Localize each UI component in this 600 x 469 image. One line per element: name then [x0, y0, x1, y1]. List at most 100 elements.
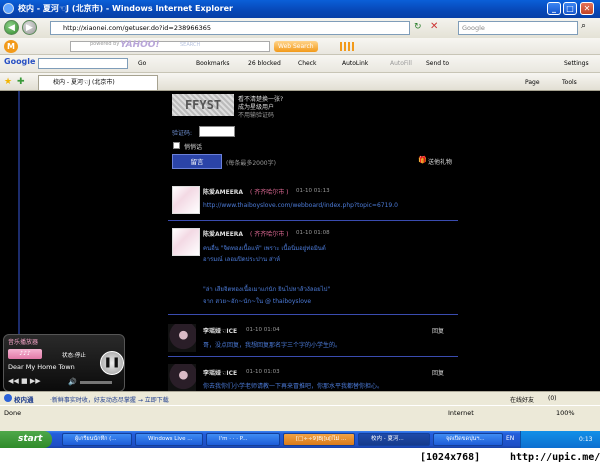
- minimize-button[interactable]: _: [547, 2, 561, 15]
- language-indicator[interactable]: EN: [506, 435, 514, 442]
- signal-icon: [340, 42, 356, 51]
- taskbar-item[interactable]: [□÷÷9]Bj]u[iไม่ ...: [283, 433, 355, 446]
- comment-location: ( 齐齐哈尔市 ): [250, 231, 289, 238]
- avatar[interactable]: [172, 228, 200, 256]
- comment-author[interactable]: 李瑶娅☜ICE: [203, 326, 237, 335]
- check-button[interactable]: Check: [298, 60, 316, 67]
- notify-bar: 校内通 ·新鲜事实时收，好友动态尽掌握 → 立即下载 在线好友 (0): [0, 391, 600, 405]
- footer: [1024x768] http://upic.me/: [0, 448, 600, 469]
- yahoo-logo: YAHOO!: [120, 40, 160, 50]
- add-favorite-icon[interactable]: ✚: [17, 77, 25, 87]
- volume-icon[interactable]: 🔊: [68, 378, 77, 386]
- captcha-note: 不用输验证码: [238, 112, 275, 119]
- comment-time: 01-10 01:03: [246, 369, 280, 375]
- notify-site[interactable]: 校内通: [14, 394, 34, 404]
- taskbar-item[interactable]: ผู้เกรียนนักทึก (...: [62, 433, 132, 446]
- popup-blocked-button[interactable]: 26 blocked: [248, 60, 281, 67]
- comment-author[interactable]: 陈爱AMEERA: [203, 187, 243, 196]
- autofill-button[interactable]: AutoFill: [390, 60, 412, 67]
- whisper-checkbox[interactable]: [173, 142, 180, 149]
- pause-icon[interactable]: ❚❚: [100, 351, 124, 375]
- yahoo-search-hint: SEARCH: [180, 42, 201, 48]
- search-input[interactable]: Google: [458, 21, 578, 35]
- divider: [168, 356, 458, 357]
- captcha-label: 验证码:: [172, 130, 193, 137]
- gift-icon[interactable]: 🎁: [418, 156, 427, 164]
- player-display: ♪♪♪: [8, 349, 42, 359]
- refresh-icon[interactable]: ↻: [414, 22, 422, 32]
- stop-icon[interactable]: ✕: [430, 21, 438, 32]
- comment-text: 你去我你们小学老师请教一下再来冒推吧，你那水平我都替你担心。: [203, 383, 384, 390]
- captcha-image[interactable]: FFYST: [172, 94, 234, 116]
- address-toolbar: ◀ ▶ http://xiaonei.com/getuser.do?id=238…: [0, 18, 600, 38]
- ie-icon: [3, 3, 14, 14]
- comment-author[interactable]: 陈爱AMEERA: [203, 229, 243, 238]
- player-state: 状态:停止: [62, 353, 86, 359]
- comment-text: จาก สวย~อัก~นัก~ใน @ thaiboyslove: [203, 298, 312, 305]
- captcha-input[interactable]: [199, 126, 235, 137]
- music-player: 音乐播放器 ♪♪♪ 状态:停止 Dear My Home Town ❚❚ ◀◀ …: [3, 334, 125, 392]
- taskbar: start ผู้เกรียนนักทึก (... Windows Live …: [0, 431, 600, 448]
- taskbar-item[interactable]: Windows Live ...: [135, 433, 203, 446]
- window-title: 校内 - 夏河☜J (北京市) - Windows Internet Explo…: [18, 4, 233, 13]
- comment-author[interactable]: 李瑶娅☜ICE: [203, 368, 237, 377]
- limit-note: (每条最多2000字): [226, 160, 276, 167]
- start-button[interactable]: start: [0, 431, 52, 448]
- comment-text: 哥，没点回复，我想回复那名字三个字的小学生的。: [203, 342, 342, 349]
- taskbar-item[interactable]: I'm · · · P...: [206, 433, 280, 446]
- ie-status-bar: Done Internet 100%: [0, 405, 600, 419]
- player-title: 音乐播放器: [8, 339, 39, 346]
- comment-text[interactable]: http://www.thaiboyslove.com/webboard/ind…: [203, 202, 398, 209]
- search-icon[interactable]: ⌕: [581, 21, 586, 31]
- reply-link[interactable]: 回复: [432, 326, 444, 335]
- url-input[interactable]: http://xiaonei.com/getuser.do?id=2389663…: [50, 21, 410, 35]
- avatar[interactable]: [168, 364, 196, 392]
- tab-bar: ★ ✚ 校内 - 夏河☜J (北京市) Page Tools: [0, 73, 600, 91]
- comment-location: ( 齐齐哈尔市 ): [250, 189, 289, 196]
- volume-slider[interactable]: [80, 381, 112, 384]
- xiaonei-icon: [4, 394, 12, 402]
- online-friends[interactable]: 在线好友: [510, 395, 534, 404]
- song-title: Dear My Home Town: [8, 363, 75, 371]
- settings-button[interactable]: Settings: [564, 60, 589, 67]
- system-tray: 0:13: [520, 431, 600, 448]
- close-button[interactable]: ✕: [580, 2, 594, 15]
- reply-link[interactable]: 回复: [432, 368, 444, 377]
- comment-time: 01-10 01:08: [296, 230, 330, 236]
- page-menu[interactable]: Page: [525, 79, 540, 86]
- title-bar: 校内 - 夏河☜J (北京市) - Windows Internet Explo…: [0, 0, 600, 18]
- divider: [168, 220, 458, 221]
- messenger-icon[interactable]: M: [4, 40, 18, 53]
- favorites-star-icon[interactable]: ★: [4, 77, 12, 87]
- submit-button[interactable]: 留言: [172, 154, 222, 169]
- sendto-button[interactable]: Send to: [426, 60, 449, 67]
- comment-time: 01-10 01:13: [296, 188, 330, 194]
- notify-message[interactable]: ·新鲜事实时收，好友动态尽掌握 → 立即下载: [50, 395, 169, 404]
- whisper-label: 悄悄话: [184, 144, 203, 151]
- autolink-button[interactable]: AutoLink: [342, 60, 368, 67]
- gift-link[interactable]: 送他礼物: [428, 157, 452, 166]
- taskbar-item[interactable]: จุดเปิดขดปุนฯ...: [433, 433, 503, 446]
- taskbar-item[interactable]: 校内 - 夏河...: [358, 433, 430, 446]
- comment-text: คนอื่น "จิตทองเนื้อแท้" เพราะ เนื้อนิ่มอ…: [203, 245, 326, 252]
- google-toolbar: Google Go Bookmarks 26 blocked Check Aut…: [0, 55, 600, 73]
- internet-zone: Internet: [448, 409, 474, 417]
- powered-label: powered by: [90, 41, 120, 47]
- yahoo-toolbar: M powered by YAHOO! SEARCH Web Search: [0, 38, 600, 55]
- tools-menu[interactable]: Tools: [562, 79, 577, 86]
- watermark-site: http://upic.me/: [510, 452, 600, 463]
- go-button[interactable]: Go: [138, 60, 146, 67]
- divider: [168, 314, 458, 315]
- zoom-level[interactable]: 100%: [556, 409, 575, 417]
- avatar[interactable]: [172, 186, 200, 214]
- back-icon[interactable]: ◀: [4, 20, 19, 35]
- avatar[interactable]: [168, 324, 196, 352]
- tab-current[interactable]: 校内 - 夏河☜J (北京市): [38, 75, 158, 90]
- bookmarks-button[interactable]: Bookmarks: [196, 60, 230, 67]
- forward-icon[interactable]: ▶: [22, 20, 37, 35]
- web-search-button[interactable]: Web Search: [274, 41, 318, 52]
- maximize-button[interactable]: □: [563, 2, 577, 15]
- playback-controls[interactable]: ◀◀ ■ ▶▶: [8, 377, 41, 385]
- comment-text: "ล่า เสียจิตทองเนื้อเมาแก่นัก ยินไปหาส้ว…: [203, 286, 331, 293]
- comment-text: อารมณ์ เลอมปิดประปาน ส่าห์: [203, 256, 281, 263]
